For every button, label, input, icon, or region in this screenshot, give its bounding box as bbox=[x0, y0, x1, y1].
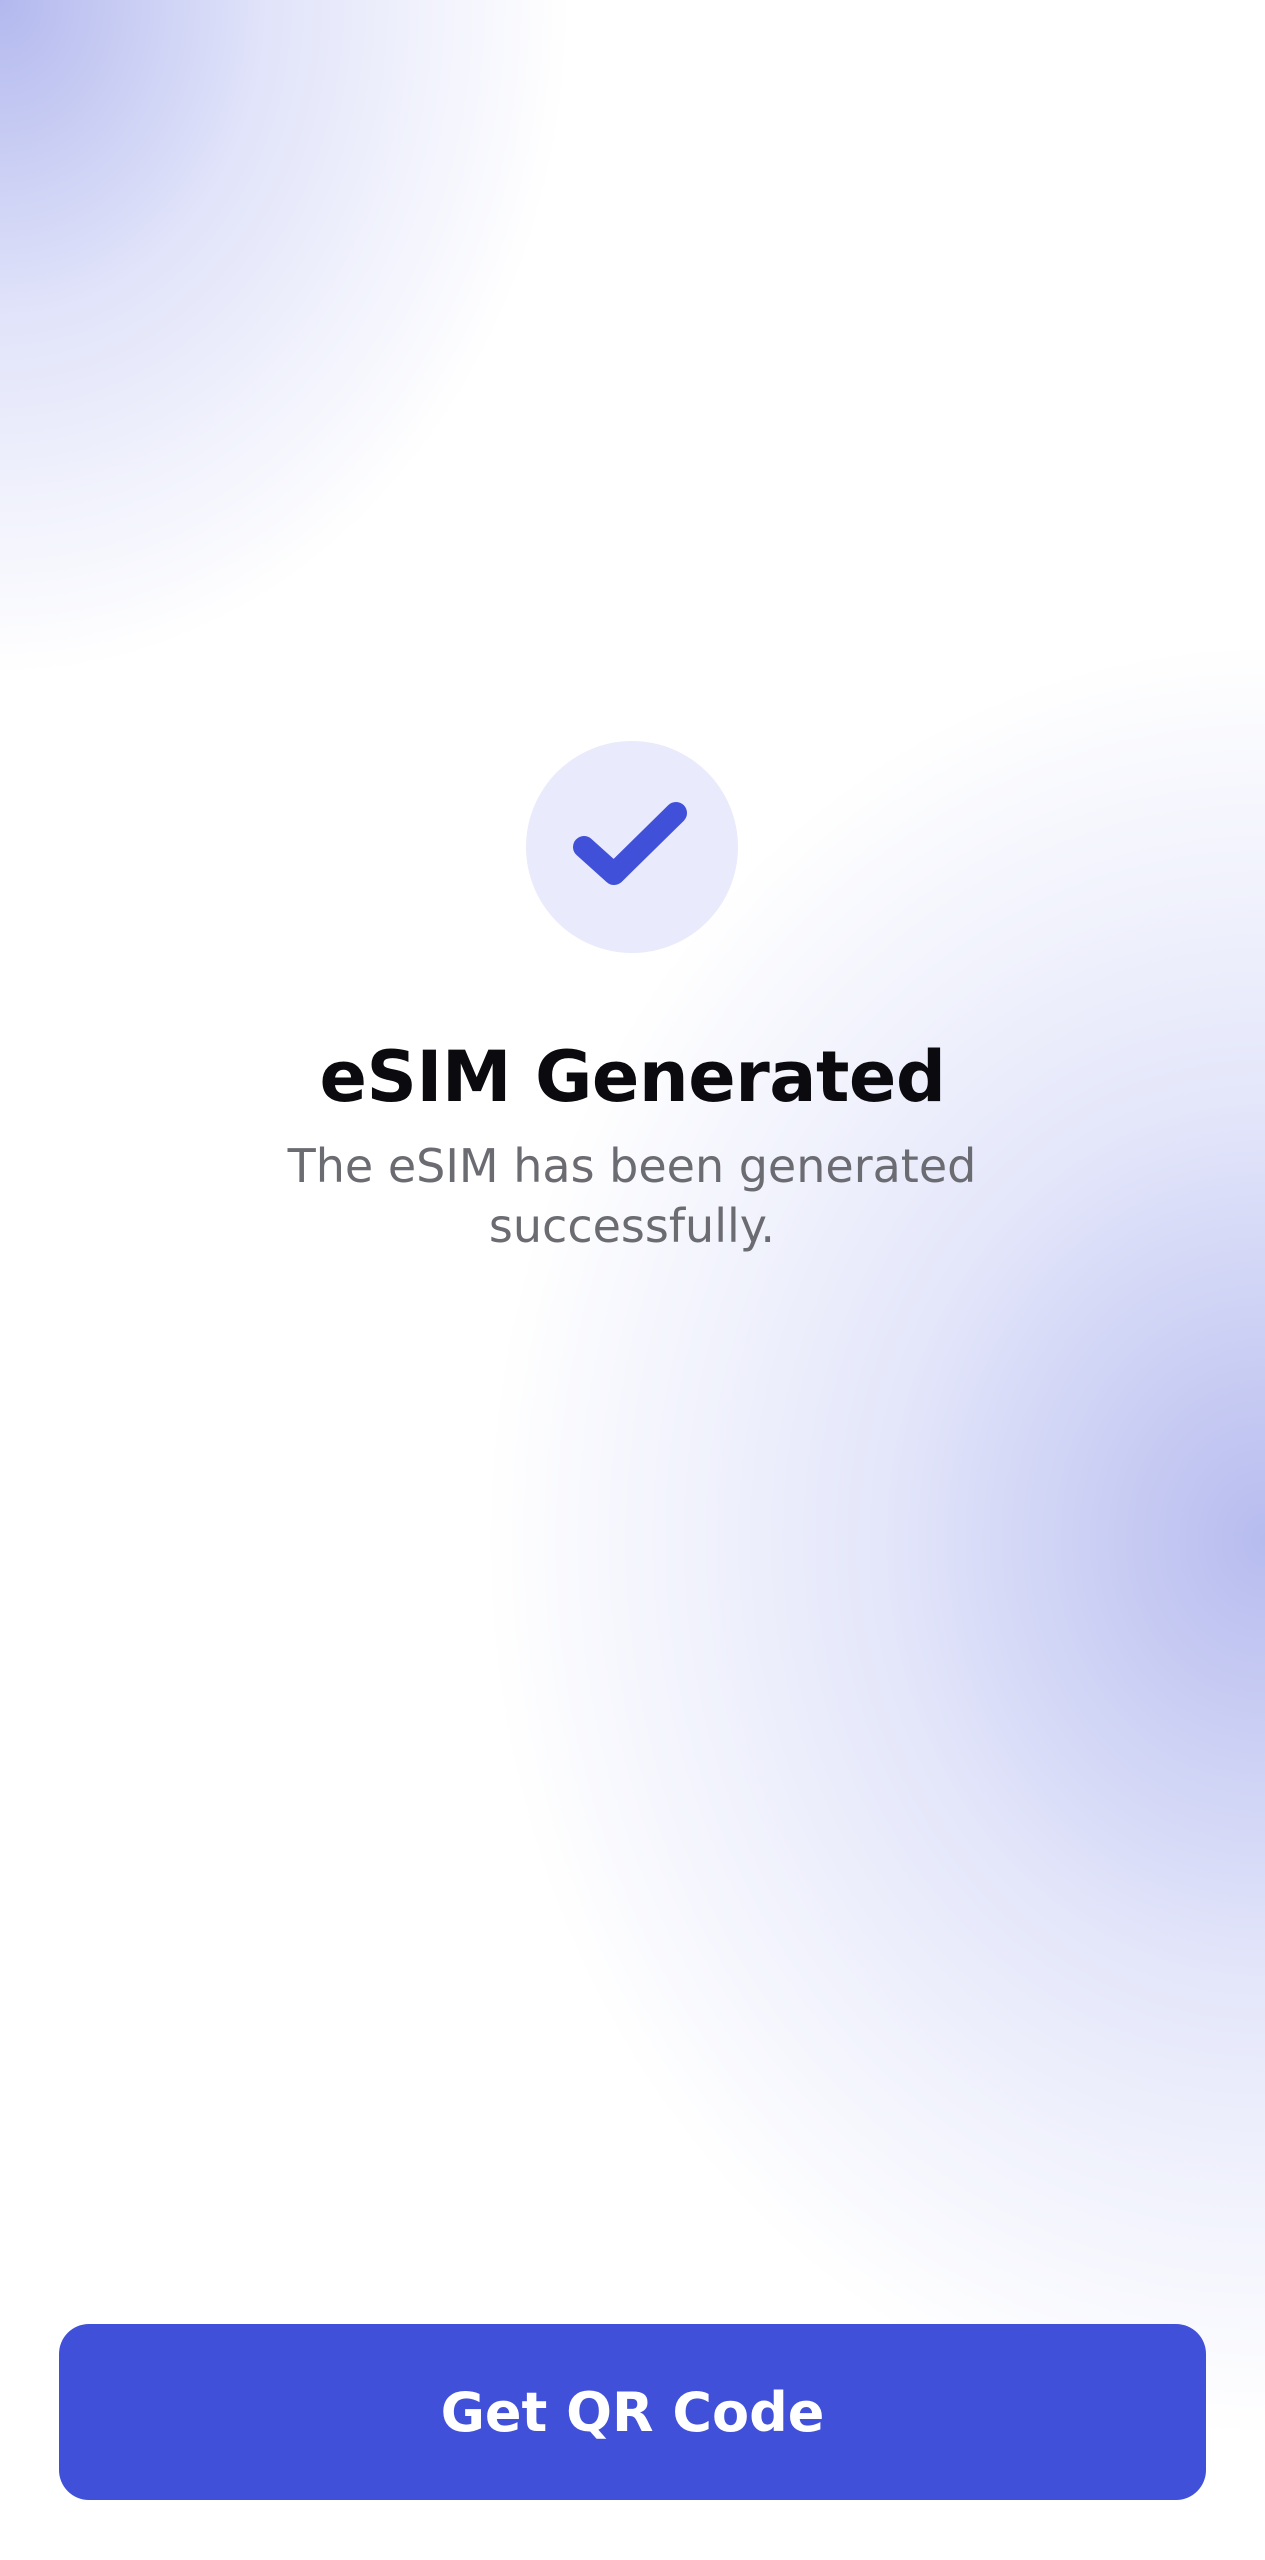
success-screen: eSIM Generated The eSIM has been generat… bbox=[0, 0, 1265, 2560]
success-message: The eSIM has been generated successfully… bbox=[287, 1139, 977, 1253]
get-qr-code-button[interactable]: Get QR Code bbox=[59, 2324, 1206, 2500]
checkmark-icon bbox=[573, 802, 687, 885]
page-title: eSIM Generated bbox=[319, 1036, 946, 1118]
success-badge bbox=[526, 741, 738, 953]
